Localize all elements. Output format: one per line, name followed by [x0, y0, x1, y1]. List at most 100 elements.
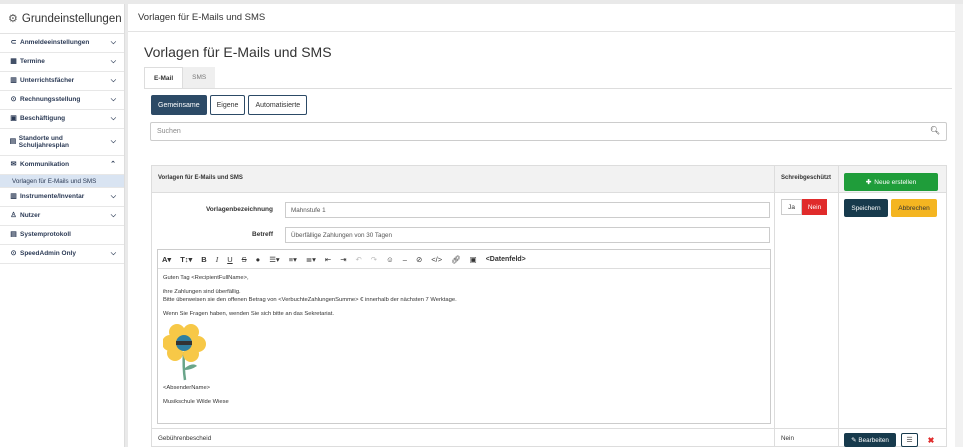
chevron-down-icon: ⌵ [110, 249, 116, 257]
outdent-icon[interactable]: ⇤ [325, 250, 331, 269]
data-field-button[interactable]: <Datenfeld> [486, 250, 526, 269]
italic-icon[interactable]: I [216, 250, 219, 269]
sidebar-subitem-vorlagen[interactable]: Vorlagen für E-Mails und SMS [0, 175, 124, 188]
chevron-up-icon: ⌃ [110, 160, 116, 168]
sidebar-item-label: Instrumente/Inventar [20, 193, 85, 201]
main-content: Vorlagen für E-Mails und SMS Vorlagen fü… [128, 4, 963, 447]
bold-icon[interactable]: B [201, 250, 206, 269]
search-placeholder: Suchen [157, 128, 181, 135]
id-card-icon: ▣ [10, 114, 17, 122]
horizontal-rule-icon[interactable]: – [403, 250, 407, 269]
sidebar-item-nutzer[interactable]: ♙ Nutzer ⌵ [0, 207, 124, 226]
chevron-down-icon: ⌵ [110, 192, 116, 200]
chevron-down-icon: ⌵ [110, 211, 116, 219]
page-title: Vorlagen für E-Mails und SMS [144, 44, 332, 60]
readonly-no-button[interactable]: Nein [802, 199, 827, 215]
editor-body[interactable]: Guten Tag <RecipientFullName>, ihre Zahl… [158, 269, 770, 411]
calendar-icon: ▦ [10, 57, 17, 65]
subject-label: Betreff [252, 231, 273, 238]
topbar-title: Vorlagen für E-Mails und SMS [138, 12, 266, 23]
column-divider [838, 166, 839, 446]
app-root: ⚙ Grundeinstellungen ⊂ Anmeldeeinstellung… [0, 0, 963, 447]
text-height-icon[interactable]: T↕▾ [180, 250, 192, 269]
body-line: Wenn Sie Fragen haben, wenden Sie sich b… [163, 311, 335, 317]
gear-icon: ⚙ [8, 13, 18, 25]
cancel-button[interactable]: Abbrechen [891, 199, 937, 217]
user-icon: ♙ [10, 211, 17, 219]
filter-automatisierte-button[interactable]: Automatisierte [248, 95, 308, 115]
filter-eigene-button[interactable]: Eigene [209, 95, 246, 115]
envelope-icon: ✉ [10, 160, 17, 168]
template-name-field[interactable]: Mahnstufe 1 [285, 202, 770, 218]
new-template-label: Neue erstellen [874, 178, 917, 186]
readonly-cell: Nein [781, 435, 794, 442]
sidebar-item-label: SpeedAdmin Only [20, 250, 76, 258]
tab-sms[interactable]: SMS [183, 67, 216, 88]
bullet-list-icon[interactable]: ☰▾ [269, 250, 280, 269]
sidebar-item-label: Systemprotokoll [20, 231, 71, 239]
body-line: ihre Zahlungen sind überfällig. [163, 289, 241, 295]
sidebar-item-label: Anmeldeeinstellungen [20, 39, 90, 47]
subject-field[interactable]: Überfällige Zahlungen von 30 Tagen [285, 227, 770, 243]
strikethrough-icon[interactable]: S [242, 250, 247, 269]
menu-icon: ☰ [906, 437, 913, 444]
column-header-templates: Vorlagen für E-Mails und SMS [158, 175, 243, 181]
search-icon[interactable]: 🔍︎ [930, 126, 940, 135]
sidebar-item-label: Nutzer [20, 212, 41, 220]
clear-format-icon[interactable]: ⊘ [416, 250, 422, 269]
edit-button[interactable]: ✎ Bearbeiten [844, 433, 896, 447]
sidebar-item-label: Standorte und Schuljahresplan [18, 134, 70, 149]
sidebar-item-termine[interactable]: ▦ Termine ⌵ [0, 53, 124, 72]
chevron-down-icon: ⌵ [110, 114, 116, 122]
sidebar-item-unterrichtsfaecher[interactable]: ▥ Unterrichtsfächer ⌵ [0, 72, 124, 91]
tab-email[interactable]: E-Mail [144, 67, 184, 88]
redo-icon[interactable]: ↷ [371, 250, 377, 269]
image-icon[interactable]: ▣ [470, 250, 477, 269]
filter-gemeinsame-button[interactable]: Gemeinsame [151, 95, 207, 115]
tab-divider [144, 88, 952, 89]
sidebar-item-label: Termine [20, 58, 45, 66]
sidebar-item-kommunikation[interactable]: ✉ Kommunikation ⌃ [0, 156, 124, 175]
code-icon[interactable]: </> [431, 250, 442, 269]
save-button[interactable]: Speichern [844, 199, 888, 217]
template-name-label: Vorlagenbezeichnung [205, 206, 273, 213]
font-size-icon[interactable]: A▾ [162, 250, 171, 269]
menu-button[interactable]: ☰ [901, 433, 918, 447]
sidebar-item-systemprotokoll[interactable]: ▤ Systemprotokoll [0, 226, 124, 245]
topbar: Vorlagen für E-Mails und SMS [128, 4, 963, 32]
numbered-list-icon[interactable]: ≡▾ [289, 250, 297, 269]
sidebar-header[interactable]: ⚙ Grundeinstellungen [0, 4, 124, 34]
templates-table: Vorlagen für E-Mails und SMS Schreibgesc… [151, 165, 947, 447]
coin-icon: ⊙ [10, 95, 17, 103]
search-input[interactable]: Suchen 🔍︎ [150, 122, 947, 141]
flower-illustration [162, 324, 206, 381]
align-icon[interactable]: ≣▾ [306, 250, 316, 269]
chevron-down-icon: ⌵ [110, 137, 116, 145]
sidebar-item-beschaeftigung[interactable]: ▣ Beschäftigung ⌵ [0, 110, 124, 129]
undo-icon[interactable]: ↶ [356, 250, 362, 269]
underline-icon[interactable]: U [227, 250, 232, 269]
indent-icon[interactable]: ⇥ [340, 250, 346, 269]
readonly-toggle: Ja Nein [781, 199, 827, 215]
template-name-cell: Gebührenbescheid [158, 435, 212, 442]
flower-image[interactable] [162, 322, 213, 382]
sidebar-item-instrumente[interactable]: ▥ Instrumente/Inventar ⌵ [0, 188, 124, 207]
color-drop-icon[interactable]: ● [256, 250, 261, 269]
column-divider [774, 166, 775, 446]
new-template-button[interactable]: ✚ Neue erstellen [844, 173, 938, 191]
sidebar-item-speedadmin[interactable]: ⊙ SpeedAdmin Only ⌵ [0, 245, 124, 264]
scrollbar[interactable] [955, 4, 963, 447]
sidebar-item-anmeldeeinstellungen[interactable]: ⊂ Anmeldeeinstellungen ⌵ [0, 34, 124, 53]
emoji-icon[interactable]: ☺ [386, 250, 394, 269]
log-icon: ▤ [10, 230, 17, 238]
inventory-icon: ▥ [10, 192, 17, 200]
chevron-down-icon: ⌵ [110, 95, 116, 103]
readonly-yes-button[interactable]: Ja [781, 199, 802, 215]
sidebar-item-rechnungsstellung[interactable]: ⊙ Rechnungsstellung ⌵ [0, 91, 124, 110]
chevron-down-icon: ⌵ [110, 57, 116, 65]
link-icon[interactable]: 🔗︎ [451, 250, 461, 269]
sidebar-item-standorte[interactable]: ▤ Standorte und Schuljahresplan ⌵ [0, 129, 124, 156]
delete-button[interactable]: ✖ [924, 433, 938, 447]
building-icon: ▤ [9, 137, 17, 145]
pencil-icon: ✎ [851, 436, 857, 444]
